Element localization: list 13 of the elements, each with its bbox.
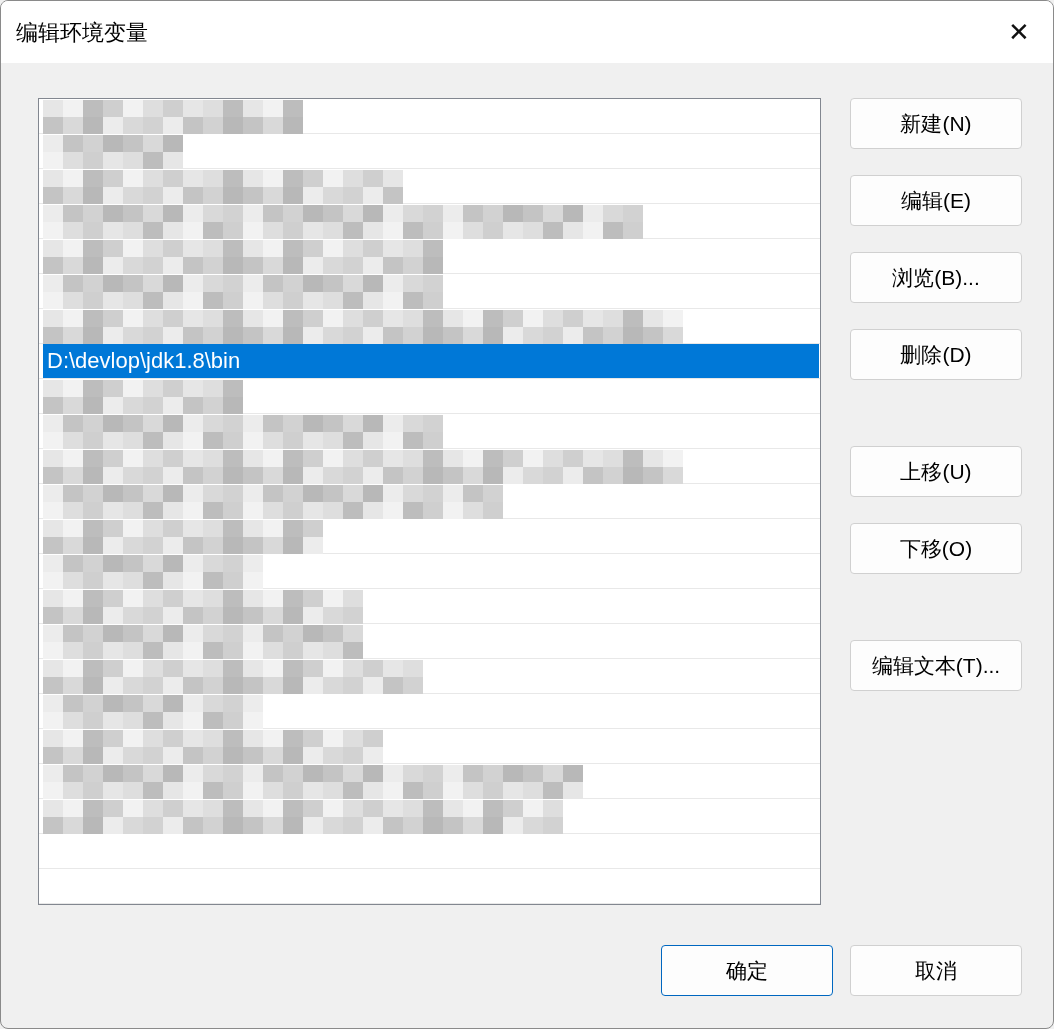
path-list[interactable]: D:\devlop\jdk1.8\bin	[38, 98, 821, 905]
action-button[interactable]: 下移(O)	[850, 523, 1022, 574]
action-button[interactable]: 新建(N)	[850, 98, 1022, 149]
action-button[interactable]: 浏览(B)...	[850, 252, 1022, 303]
path-item[interactable]: D:\devlop\jdk1.8\bin	[43, 344, 819, 378]
action-button[interactable]: 上移(U)	[850, 446, 1022, 497]
window-title: 编辑环境变量	[16, 18, 148, 47]
close-button[interactable]: ✕	[999, 12, 1039, 52]
cancel-button[interactable]: 取消	[850, 945, 1022, 996]
action-button[interactable]: 删除(D)	[850, 329, 1022, 380]
ok-button[interactable]: 确定	[661, 945, 833, 996]
action-button[interactable]: 编辑文本(T)...	[850, 640, 1022, 691]
action-button[interactable]: 编辑(E)	[850, 175, 1022, 226]
